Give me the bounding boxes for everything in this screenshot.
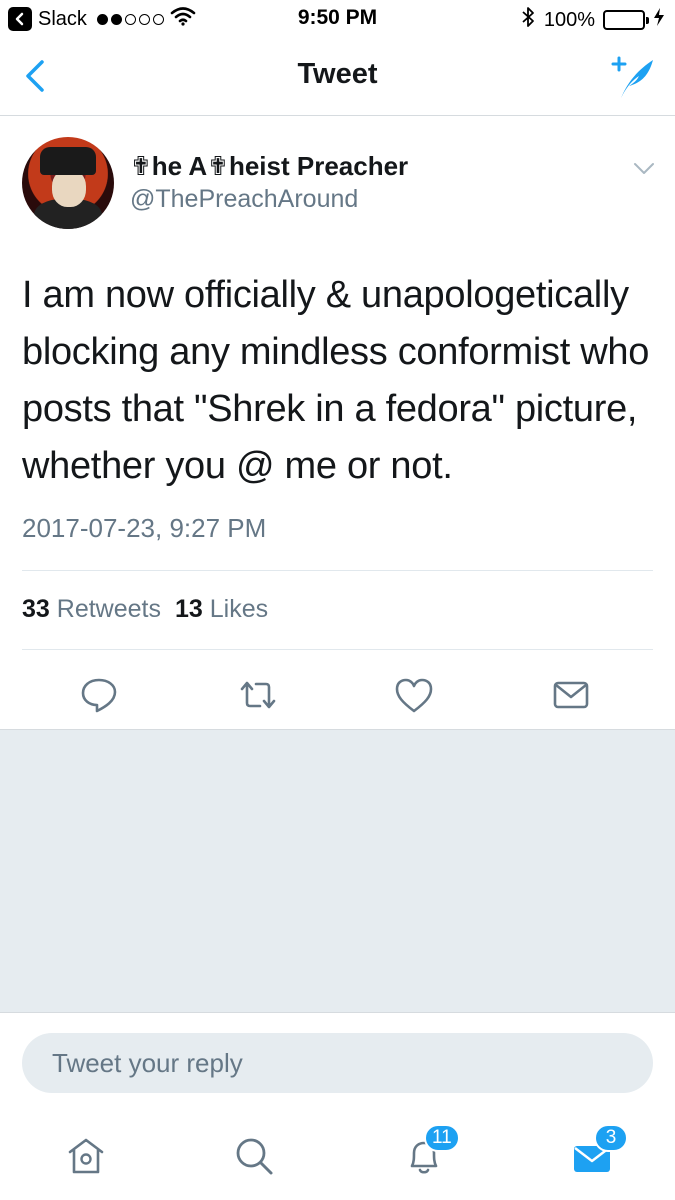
divider [22,570,653,571]
reply-bar [0,1012,675,1106]
tweet-detail: ✟he A✟heist Preacher @ThePreachAround I … [0,117,675,729]
retweet-button[interactable] [236,673,280,717]
tab-home[interactable] [62,1132,110,1180]
reply-icon [81,678,117,713]
page-title: Tweet [297,58,378,90]
likes-label: Likes [209,595,269,623]
direct-message-button[interactable] [549,673,593,717]
compose-tweet-button[interactable] [609,54,657,102]
tweet-text: I am now officially & unapologetically b… [22,274,650,487]
charging-icon [653,7,665,33]
search-icon [236,1138,273,1175]
messages-badge: 3 [594,1124,628,1152]
battery-icon [603,10,649,30]
home-icon [68,1138,104,1174]
status-right: 100% [520,6,665,34]
tweet-stats: 33 Retweets 13 Likes [22,595,268,624]
tweet-actions [0,665,675,729]
notifications-badge: 11 [424,1124,460,1152]
like-button[interactable] [392,673,436,717]
retweets-count: 33 [22,595,50,623]
tab-messages[interactable]: 3 [570,1124,628,1180]
heart-icon [395,678,433,713]
likes-count: 13 [174,595,203,623]
tab-search[interactable] [230,1132,278,1180]
replies-area [0,729,675,1012]
tweet-options-button[interactable] [631,155,657,181]
battery-percent: 100% [543,8,595,31]
reply-button[interactable] [77,673,121,717]
tweet-timestamp: 2017-07-23, 9:27 PM [22,513,267,543]
retweets-stat[interactable]: 33 Retweets [22,595,161,624]
envelope-icon [553,681,589,709]
likes-stat[interactable]: 13 Likes [175,595,268,624]
chevron-down-icon [634,163,654,174]
status-bar: Slack 9:50 PM 100% [0,0,675,36]
author-handle[interactable]: @ThePreachAround [130,185,358,214]
retweet-icon [240,681,276,709]
compose-tweet-icon [611,56,653,98]
author-name[interactable]: ✟he A✟heist Preacher [130,151,408,182]
nav-bar: Tweet [0,36,675,116]
reply-input[interactable] [22,1033,653,1093]
avatar[interactable] [22,137,114,229]
tab-notifications[interactable]: 11 [400,1124,460,1180]
tab-bar: 11 3 [0,1106,675,1200]
divider [22,649,653,650]
bluetooth-icon [520,6,536,34]
retweets-label: Retweets [56,595,161,623]
